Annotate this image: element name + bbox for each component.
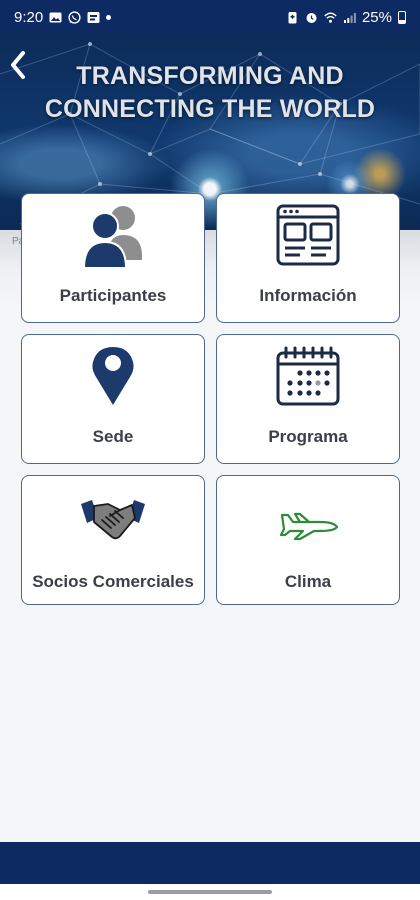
informacion-label: Información	[259, 286, 357, 305]
signal-icon	[343, 12, 356, 23]
chevron-left-icon	[11, 51, 25, 79]
alarm-icon	[306, 12, 317, 23]
status-time: 9:20	[14, 8, 44, 26]
home-indicator[interactable]	[148, 890, 272, 894]
participantes-tile[interactable]: Participantes	[21, 193, 205, 323]
programa-label: Programa	[268, 427, 348, 446]
title-line-1: TRANSFORMING AND	[76, 62, 344, 90]
participantes-label: Participantes	[59, 286, 167, 305]
status-left: 9:20	[14, 8, 112, 26]
whatsapp-icon	[68, 10, 81, 24]
handshake-icon	[81, 500, 145, 540]
socios-label: Socios Comerciales	[32, 572, 194, 591]
calendar-icon	[276, 346, 340, 406]
clima-label: Clima	[284, 572, 332, 591]
wifi-icon	[324, 12, 337, 23]
airplane-icon	[279, 512, 339, 541]
web-page-icon	[276, 204, 340, 266]
informacion-tile[interactable]: Información	[216, 193, 400, 323]
location-pin-icon	[92, 347, 134, 405]
battery-saver-icon	[288, 11, 297, 23]
clima-tile[interactable]: Clima	[216, 475, 400, 605]
people-icon	[82, 206, 142, 268]
status-right: 25%	[286, 9, 406, 26]
status-bar: 9:20 25%	[0, 0, 420, 34]
page-title: TRANSFORMING AND CONNECTING THE WORLD	[20, 60, 400, 126]
battery-percent: 25%	[361, 8, 392, 26]
title-line-2: CONNECTING THE WORLD	[44, 95, 376, 123]
menu-grid: Participantes Información Sede Programa …	[21, 193, 401, 605]
battery-icon	[398, 10, 406, 24]
sede-label: Sede	[92, 427, 134, 446]
gallery-icon	[49, 12, 62, 22]
programa-tile[interactable]: Programa	[216, 334, 400, 464]
socios-tile[interactable]: Socios Comerciales	[21, 475, 205, 605]
sede-tile[interactable]: Sede	[21, 334, 205, 464]
back-button[interactable]	[8, 48, 34, 84]
notification-dot	[106, 14, 112, 20]
bottom-bar	[0, 842, 420, 884]
app-icon	[87, 11, 100, 23]
